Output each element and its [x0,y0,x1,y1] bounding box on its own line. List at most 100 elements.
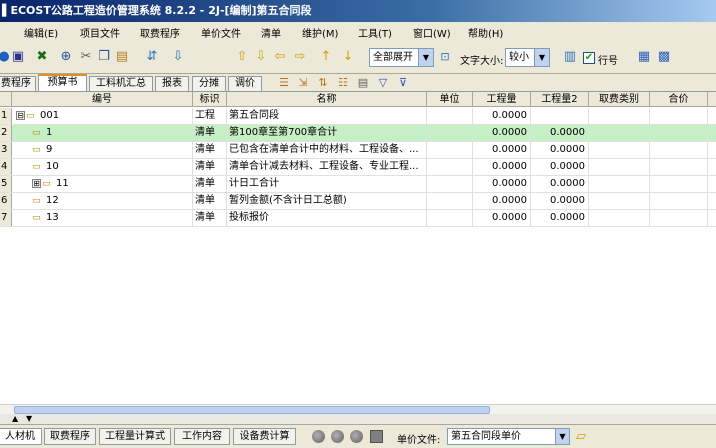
tab-budget[interactable]: 预算书 [38,74,87,91]
collapse-up-icon[interactable]: ▲ [12,415,18,423]
collapse-node-icon[interactable]: ⊟ [16,111,25,120]
tab-report[interactable]: 报表 [155,76,189,91]
col-kind[interactable]: 标识 [193,92,227,107]
table-row[interactable]: 3 ▭ 9 清单 已包含在清单合计中的材料、工程设备、... 0.0000 0.0000 [0,142,716,159]
fee-category-cell[interactable] [589,210,650,226]
sort-icon[interactable]: ⇵ [144,49,160,65]
next-record-icon[interactable] [350,430,363,443]
tab-bottom-fee-procedure[interactable]: 取费程序 [44,428,96,445]
notes-icon[interactable]: ▥ [562,49,578,65]
col-qty2[interactable]: 工程量2 [531,92,589,107]
col-total[interactable]: 合价 [650,92,708,107]
reorder-icon[interactable]: ⇅ [316,76,330,90]
qty-cell[interactable]: 0.0000 [473,159,531,175]
prev-record-icon[interactable] [331,430,344,443]
collapse-down-icon[interactable]: ▼ [26,415,32,423]
qty2-cell[interactable] [531,108,589,124]
code-cell[interactable]: ⊞ ▭ 11 [12,176,193,192]
tab-quantity-formula[interactable]: 工程量计算式 [99,428,171,445]
menu-edit[interactable]: 编辑(E) [24,25,58,40]
menu-maintain[interactable]: 维护(M) [302,25,338,40]
qty2-cell[interactable]: 0.0000 [531,193,589,209]
outdent-icon[interactable]: ⇨ [292,49,308,65]
name-cell[interactable]: 已包含在清单合计中的材料、工程设备、... [227,142,427,158]
tab-material-summary[interactable]: 工料机汇总 [89,76,153,91]
copy-icon[interactable]: ❐ [96,49,112,65]
unit-cell[interactable] [427,193,473,209]
fee-category-cell[interactable] [589,159,650,175]
qty-cell[interactable]: 0.0000 [473,125,531,141]
total-cell[interactable] [650,142,708,158]
level-up-icon[interactable]: ↑ [318,49,334,65]
calculator-icon[interactable]: ▦ [636,49,652,65]
menu-unit-price-file[interactable]: 单价文件 [201,25,241,40]
col-name[interactable]: 名称 [227,92,427,107]
qty-cell[interactable]: 0.0000 [473,210,531,226]
unit-cell[interactable] [427,159,473,175]
total-cell[interactable] [650,159,708,175]
code-cell[interactable]: ⊟ ▭ 001 [12,108,193,124]
fee-category-cell[interactable] [589,142,650,158]
tab-allocate[interactable]: 分摊 [192,76,226,91]
unit-cell[interactable] [427,108,473,124]
total-cell[interactable] [650,108,708,124]
first-record-icon[interactable] [312,430,325,443]
name-cell[interactable]: 第五合同段 [227,108,427,124]
table-row[interactable]: 4 ▭ 10 清单 清单合计减去材料、工程设备、专业工程... 0.0000 0.0000 [0,159,716,176]
unit-cell[interactable] [427,125,473,141]
qty2-cell[interactable]: 0.0000 [531,159,589,175]
save-icon[interactable]: ▣ [10,49,26,65]
menu-project-file[interactable]: 项目文件 [80,25,120,40]
code-cell[interactable]: ▭ 9 [12,142,193,158]
table-icon[interactable]: ▤ [356,76,370,90]
col-unit[interactable]: 单位 [427,92,473,107]
table-row[interactable]: 7 ▭ 13 清单 投标报价 0.0000 0.0000 [0,210,716,227]
name-cell[interactable]: 投标报价 [227,210,427,226]
total-cell[interactable] [650,193,708,209]
kind-cell[interactable]: 清单 [193,125,227,141]
menu-help[interactable]: 帮助(H) [468,25,503,40]
add-child-icon[interactable]: ⇲ [296,76,310,90]
code-cell[interactable]: ▭ 13 [12,210,193,226]
table-row[interactable]: 1 ⊟ ▭ 001 工程 第五合同段 0.0000 [0,108,716,125]
level-down-icon[interactable]: ↓ [340,49,356,65]
paste-icon[interactable]: ▤ [114,49,130,65]
qty2-cell[interactable]: 0.0000 [531,142,589,158]
cut-icon[interactable]: ✂ [78,49,94,65]
kind-cell[interactable]: 清单 [193,193,227,209]
menu-tools[interactable]: 工具(T) [358,25,392,40]
kind-cell[interactable]: 清单 [193,142,227,158]
tab-work-content[interactable]: 工作内容 [174,428,230,445]
list-icon[interactable]: ☷ [336,76,350,90]
fee-category-cell[interactable] [589,125,650,141]
table-row[interactable]: 6 ▭ 12 清单 暂列金额(不含计日工总额) 0.0000 0.0000 [0,193,716,210]
tab-labor-material-machine[interactable]: 人材机 [0,428,42,445]
table-row[interactable]: 2 ▭ 1 清单 第100章至第700章合计 0.0000 0.0000 [0,125,716,142]
fee-category-cell[interactable] [589,176,650,192]
price-file-select[interactable]: 第五合同段单价 ▼ [447,428,570,445]
qty2-cell[interactable]: 0.0000 [531,210,589,226]
menu-window[interactable]: 窗口(W) [413,25,451,40]
move-down-icon[interactable]: ⇩ [253,49,269,65]
table-row[interactable]: 5 ⊞ ▭ 11 清单 计日工合计 0.0000 0.0000 [0,176,716,193]
delete-icon[interactable]: ✖ [34,49,50,65]
font-size-select[interactable]: 较小 ▼ [505,48,550,67]
move-up-icon[interactable]: ⇧ [234,49,250,65]
pane-splitter[interactable]: ▲ ▼ [0,414,716,424]
name-cell[interactable]: 第100章至第700章合计 [227,125,427,141]
apply-expand-icon[interactable]: ⊡ [437,49,453,65]
qty2-cell[interactable]: 0.0000 [531,125,589,141]
total-cell[interactable] [650,125,708,141]
col-code[interactable]: 编号 [12,92,193,107]
kind-cell[interactable]: 清单 [193,210,227,226]
insert-row-icon[interactable]: ⊕ [58,49,74,65]
name-cell[interactable]: 清单合计减去材料、工程设备、专业工程... [227,159,427,175]
qty-cell[interactable]: 0.0000 [473,176,531,192]
menu-bill[interactable]: 清单 [261,25,281,40]
tab-fee-procedure[interactable]: 费程序 [0,76,36,91]
code-cell[interactable]: ▭ 1 [12,125,193,141]
filter-icon[interactable]: ⇩ [170,49,186,65]
qty-cell[interactable]: 0.0000 [473,108,531,124]
name-cell[interactable]: 暂列金额(不含计日工总额) [227,193,427,209]
stop-icon[interactable] [370,430,383,443]
